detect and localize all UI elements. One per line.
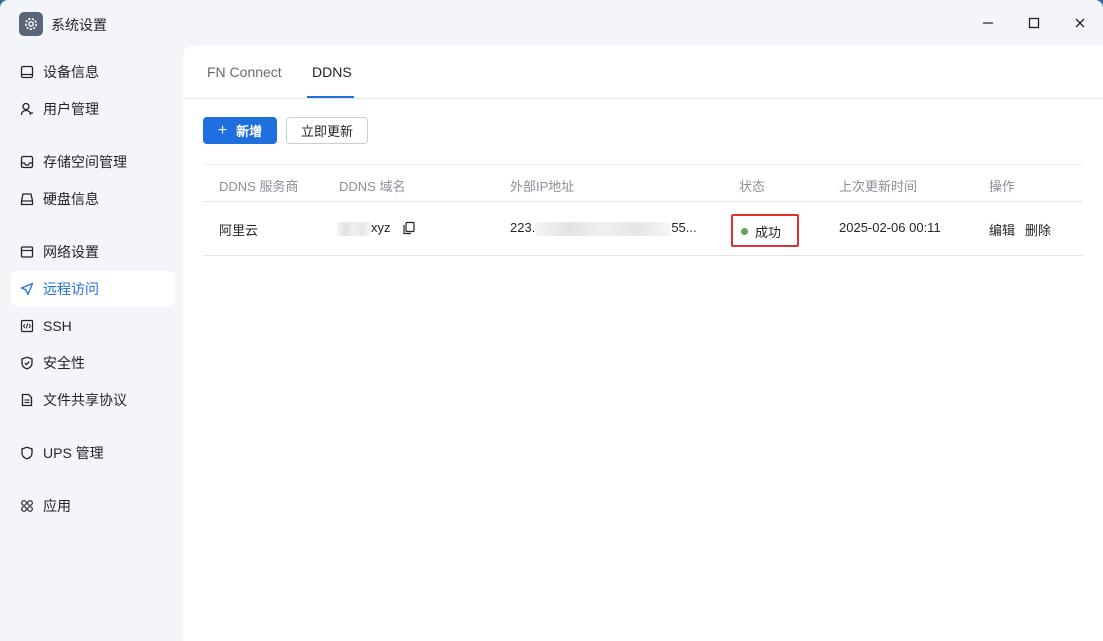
maximize-button[interactable] — [1022, 11, 1046, 35]
sidebar-item-label: 网络设置 — [43, 243, 99, 260]
plus-icon: + — [217, 121, 228, 139]
minimize-button[interactable] — [976, 11, 1000, 35]
copy-icon[interactable] — [402, 221, 416, 235]
sidebar-item-ups[interactable]: UPS 管理 — [11, 435, 175, 470]
tab-bar: FN Connect DDNS — [183, 46, 1103, 99]
sidebar-item-device-info[interactable]: 设备信息 — [11, 54, 175, 89]
apps-icon — [20, 499, 34, 513]
domain-visible-text: xyz — [371, 220, 391, 235]
sidebar-item-apps[interactable]: 应用 — [11, 488, 175, 523]
sidebar-item-ssh[interactable]: SSH — [11, 308, 175, 343]
cell-provider: 阿里云 — [219, 223, 259, 238]
redacted-blur — [535, 221, 672, 236]
add-button[interactable]: + 新增 — [203, 117, 277, 144]
code-icon — [20, 319, 34, 333]
column-header-domain: DDNS 域名 — [339, 179, 406, 194]
sidebar-item-network[interactable]: 网络设置 — [11, 234, 175, 269]
shield-icon — [20, 446, 34, 460]
sidebar-item-label: 应用 — [43, 497, 71, 514]
title-bar: 系统设置 — [0, 0, 1103, 46]
status-dot — [741, 228, 748, 235]
sidebar: 设备信息 用户管理 存储空间管理 硬盘信息 网络设置 远程访问 SSH 安全性 — [0, 46, 183, 641]
cell-domain: xyz — [337, 220, 391, 236]
sidebar-item-label: 存储空间管理 — [43, 153, 127, 170]
settings-window: 系统设置 设备信息 用户管理 存储空间管理 硬盘信息 网络设置 远程访问 SSH… — [0, 0, 1103, 641]
disk-icon — [20, 192, 34, 206]
cell-updated: 2025-02-06 00:11 — [839, 220, 941, 235]
column-header-updated: 上次更新时间 — [839, 179, 918, 194]
sidebar-item-file-sharing[interactable]: 文件共享协议 — [11, 382, 175, 417]
sidebar-item-label: 安全性 — [43, 354, 85, 371]
cell-ip: 223. 55... — [510, 220, 697, 236]
column-header-provider: DDNS 服务商 — [219, 179, 299, 194]
sidebar-item-label: 设备信息 — [43, 63, 99, 80]
storage-icon — [20, 155, 34, 169]
redacted-blur — [337, 221, 371, 236]
minimize-icon — [983, 22, 993, 24]
table-row: 阿里云 xyz 223. 55... 成功 2025-02-06 00:11 编辑… — [203, 202, 1083, 256]
status-badge: 成功 — [755, 225, 782, 240]
column-header-actions: 操作 — [989, 179, 1016, 194]
gear-icon — [19, 12, 43, 36]
maximize-icon — [1028, 17, 1040, 29]
sidebar-item-security[interactable]: 安全性 — [11, 345, 175, 380]
window-title: 系统设置 — [51, 17, 107, 33]
ip-suffix: 55... — [671, 220, 697, 235]
column-header-ip: 外部IP地址 — [510, 179, 575, 194]
active-tab-indicator — [307, 96, 354, 98]
edit-link[interactable]: 编辑 — [989, 220, 1015, 239]
close-icon — [1075, 18, 1085, 28]
sidebar-item-storage[interactable]: 存储空间管理 — [11, 144, 175, 179]
send-icon — [20, 282, 34, 296]
sidebar-item-user-management[interactable]: 用户管理 — [11, 91, 175, 126]
tab-ddns[interactable]: DDNS — [312, 64, 352, 99]
sidebar-item-disk-info[interactable]: 硬盘信息 — [11, 181, 175, 216]
sidebar-item-label: 硬盘信息 — [43, 190, 99, 207]
file-icon — [20, 393, 34, 407]
sidebar-item-label: 用户管理 — [43, 100, 99, 117]
sidebar-item-remote-access[interactable]: 远程访问 — [11, 271, 175, 306]
sidebar-item-label: 远程访问 — [43, 280, 99, 297]
sidebar-item-label: 文件共享协议 — [43, 391, 127, 408]
tab-fn-connect[interactable]: FN Connect — [207, 64, 282, 99]
status-highlight-box: 成功 — [731, 214, 799, 247]
close-button[interactable] — [1068, 11, 1092, 35]
table-header: DDNS 服务商 DDNS 域名 外部IP地址 状态 上次更新时间 操作 — [203, 164, 1083, 202]
delete-link[interactable]: 删除 — [1025, 220, 1051, 239]
add-button-label: 新增 — [236, 124, 263, 139]
ip-prefix: 223. — [510, 220, 536, 235]
main-panel: FN Connect DDNS + 新增 立即更新 DDNS 服务商 DDNS … — [183, 46, 1103, 641]
update-now-button[interactable]: 立即更新 — [286, 117, 368, 144]
sidebar-item-label: UPS 管理 — [43, 444, 104, 461]
column-header-status: 状态 — [739, 179, 766, 194]
user-icon — [20, 102, 34, 116]
sidebar-item-label: SSH — [43, 317, 72, 334]
shield-check-icon — [20, 356, 34, 370]
device-icon — [20, 65, 34, 79]
network-icon — [20, 245, 34, 259]
